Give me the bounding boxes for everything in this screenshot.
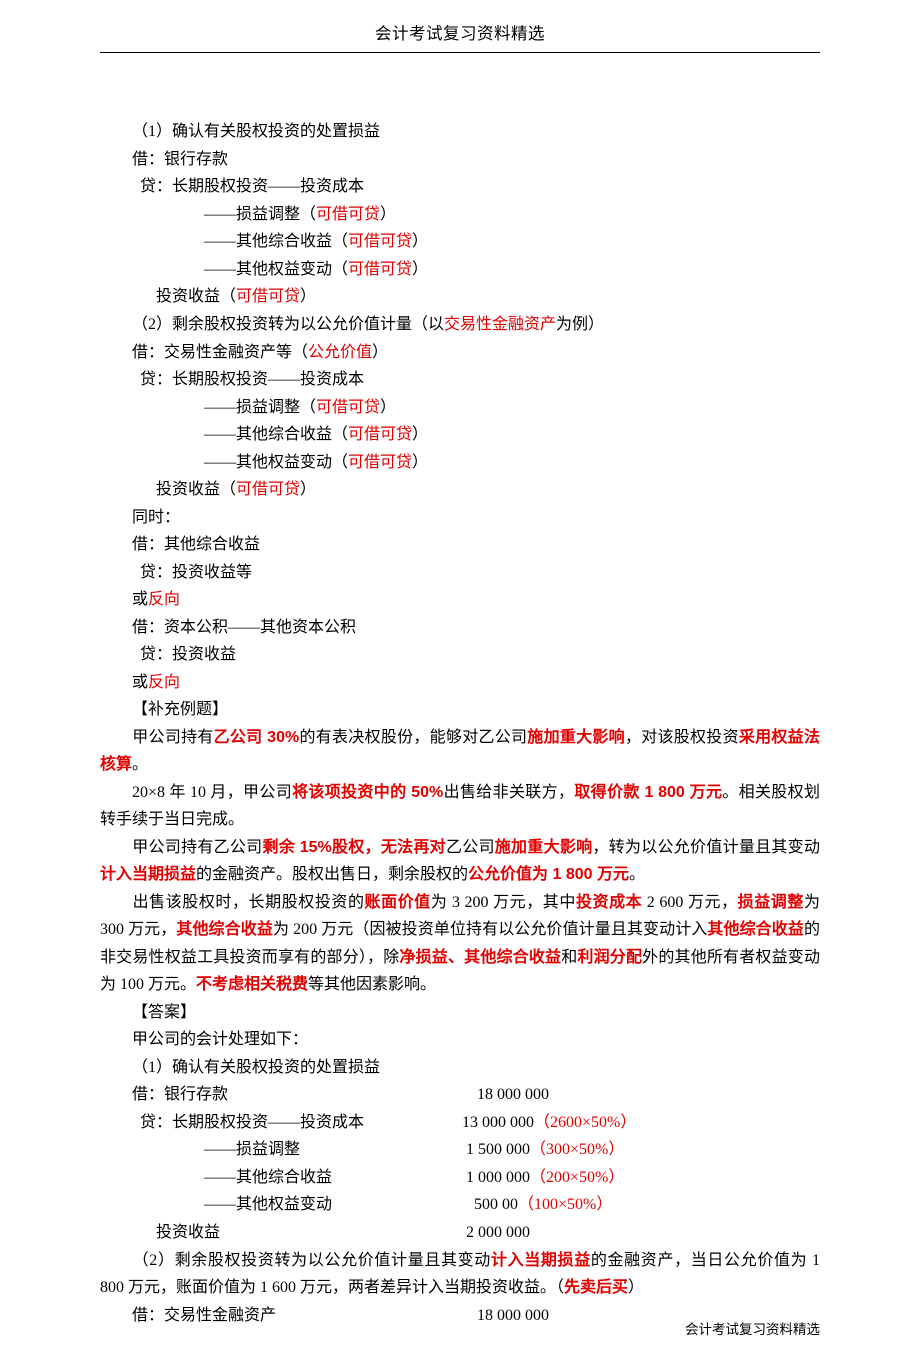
highlight-text: 其他综合收益 [707, 921, 804, 938]
entry-line: ——损益调整（可借可贷） [100, 201, 820, 229]
highlight-text: 可借可贷 [348, 454, 412, 471]
section-2-title: （2）剩余股权投资转为以公允价值计量（以交易性金融资产为例） [100, 311, 820, 339]
highlight-calc: （2600×50%） [534, 1114, 636, 1131]
highlight-text: 计入当期损益 [491, 1252, 591, 1269]
answer-intro: 甲公司的会计处理如下： [100, 1026, 820, 1054]
entry-line: 或反向 [100, 586, 820, 614]
highlight-text: 将该项投资中的 50% [292, 784, 443, 801]
entry-line: 借：其他综合收益 [100, 531, 820, 559]
paragraph: 甲公司持有乙公司 30%的有表决权股份，能够对乙公司施加重大影响，对该股权投资采… [100, 724, 820, 779]
entry-row: 贷：长期股权投资——投资成本 13 000 000（2600×50%） [100, 1109, 820, 1137]
highlight-text: 施加重大影响 [527, 729, 625, 746]
entry-row: 借：银行存款 18 000 000 [100, 1081, 820, 1109]
entry-line: 借：交易性金融资产等（公允价值） [100, 339, 820, 367]
highlight-text: 其他综合收益 [176, 921, 273, 938]
entry-line: ——其他综合收益（可借可贷） [100, 228, 820, 256]
entry-row: ——损益调整 1 500 000（300×50%） [100, 1136, 820, 1164]
highlight-text: 可借可贷 [236, 288, 300, 305]
highlight-text: 可借可贷 [236, 481, 300, 498]
page-footer: 会计考试复习资料精选 [685, 1318, 820, 1341]
highlight-text: 净损益、其他综合收益 [399, 949, 561, 966]
answer-title: 【答案】 [100, 999, 820, 1027]
highlight-calc: （100×50%） [518, 1196, 612, 1213]
highlight-text: 反向 [148, 591, 180, 608]
entry-line: 或反向 [100, 669, 820, 697]
entry-line: 借：银行存款 [100, 146, 820, 174]
highlight-text: 剩余 15%股权，无法再对 [262, 839, 445, 856]
entry-line: 同时： [100, 504, 820, 532]
paragraph: 出售该股权时，长期股权投资的账面价值为 3 200 万元，其中投资成本 2 60… [100, 889, 820, 999]
highlight-text: 可借可贷 [316, 206, 380, 223]
section-1-title: （1）确认有关股权投资的处置损益 [100, 118, 820, 146]
highlight-text: 账面价值 [365, 894, 431, 911]
answer-sub-1: （1）确认有关股权投资的处置损益 [100, 1054, 820, 1082]
entry-line: 贷：长期股权投资——投资成本 [100, 173, 820, 201]
entry-row: ——其他综合收益 1 000 000（200×50%） [100, 1164, 820, 1192]
highlight-text: 计入当期损益 [100, 866, 196, 883]
highlight-text: 交易性金融资产 [444, 316, 556, 333]
highlight-text: 可借可贷 [348, 261, 412, 278]
highlight-text: 先卖后买 [564, 1279, 628, 1296]
entry-line: 贷：投资收益 [100, 641, 820, 669]
highlight-text: 公允价值 [308, 344, 372, 361]
entry-line: 贷：长期股权投资——投资成本 [100, 366, 820, 394]
highlight-text: 投资成本 [576, 894, 642, 911]
highlight-calc: （300×50%） [530, 1141, 624, 1158]
highlight-text: 可借可贷 [348, 233, 412, 250]
highlight-text: 取得价款 1 800 万元 [574, 784, 722, 801]
entry-line: 贷：投资收益等 [100, 559, 820, 587]
entry-line: 投资收益（可借可贷） [100, 476, 820, 504]
entry-line: ——其他综合收益（可借可贷） [100, 421, 820, 449]
entry-line: 投资收益（可借可贷） [100, 283, 820, 311]
highlight-text: 可借可贷 [348, 426, 412, 443]
highlight-text: 利润分配 [577, 949, 642, 966]
entry-row: ——其他权益变动 500 00（100×50%） [100, 1191, 820, 1219]
highlight-text: 损益调整 [738, 894, 804, 911]
entry-line: ——损益调整（可借可贷） [100, 394, 820, 422]
entry-line: ——其他权益变动（可借可贷） [100, 256, 820, 284]
document-body: （1）确认有关股权投资的处置损益 借：银行存款 贷：长期股权投资——投资成本 —… [100, 118, 820, 1329]
highlight-text: 乙公司 30% [214, 729, 300, 746]
paragraph: （2）剩余股权投资转为以公允价值计量且其变动计入当期损益的金融资产，当日公允价值… [100, 1247, 820, 1302]
entry-line: 借：资本公积——其他资本公积 [100, 614, 820, 642]
page-header: 会计考试复习资料精选 [100, 0, 820, 53]
highlight-text: 不考虑相关税费 [196, 976, 308, 993]
entry-line: ——其他权益变动（可借可贷） [100, 449, 820, 477]
highlight-text: 反向 [148, 674, 180, 691]
highlight-text: 可借可贷 [316, 399, 380, 416]
example-title: 【补充例题】 [100, 696, 820, 724]
highlight-text: 公允价值为 1 800 万元 [468, 866, 629, 883]
paragraph: 甲公司持有乙公司剩余 15%股权，无法再对乙公司施加重大影响，转为以公允价值计量… [100, 834, 820, 889]
paragraph: 20×8 年 10 月，甲公司将该项投资中的 50%出售给非关联方，取得价款 1… [100, 779, 820, 834]
highlight-calc: （200×50%） [530, 1169, 624, 1186]
entry-row: 投资收益 2 000 000 [100, 1219, 820, 1247]
highlight-text: 施加重大影响 [495, 839, 593, 856]
page: 会计考试复习资料精选 （1）确认有关股权投资的处置损益 借：银行存款 贷：长期股… [0, 0, 920, 1369]
